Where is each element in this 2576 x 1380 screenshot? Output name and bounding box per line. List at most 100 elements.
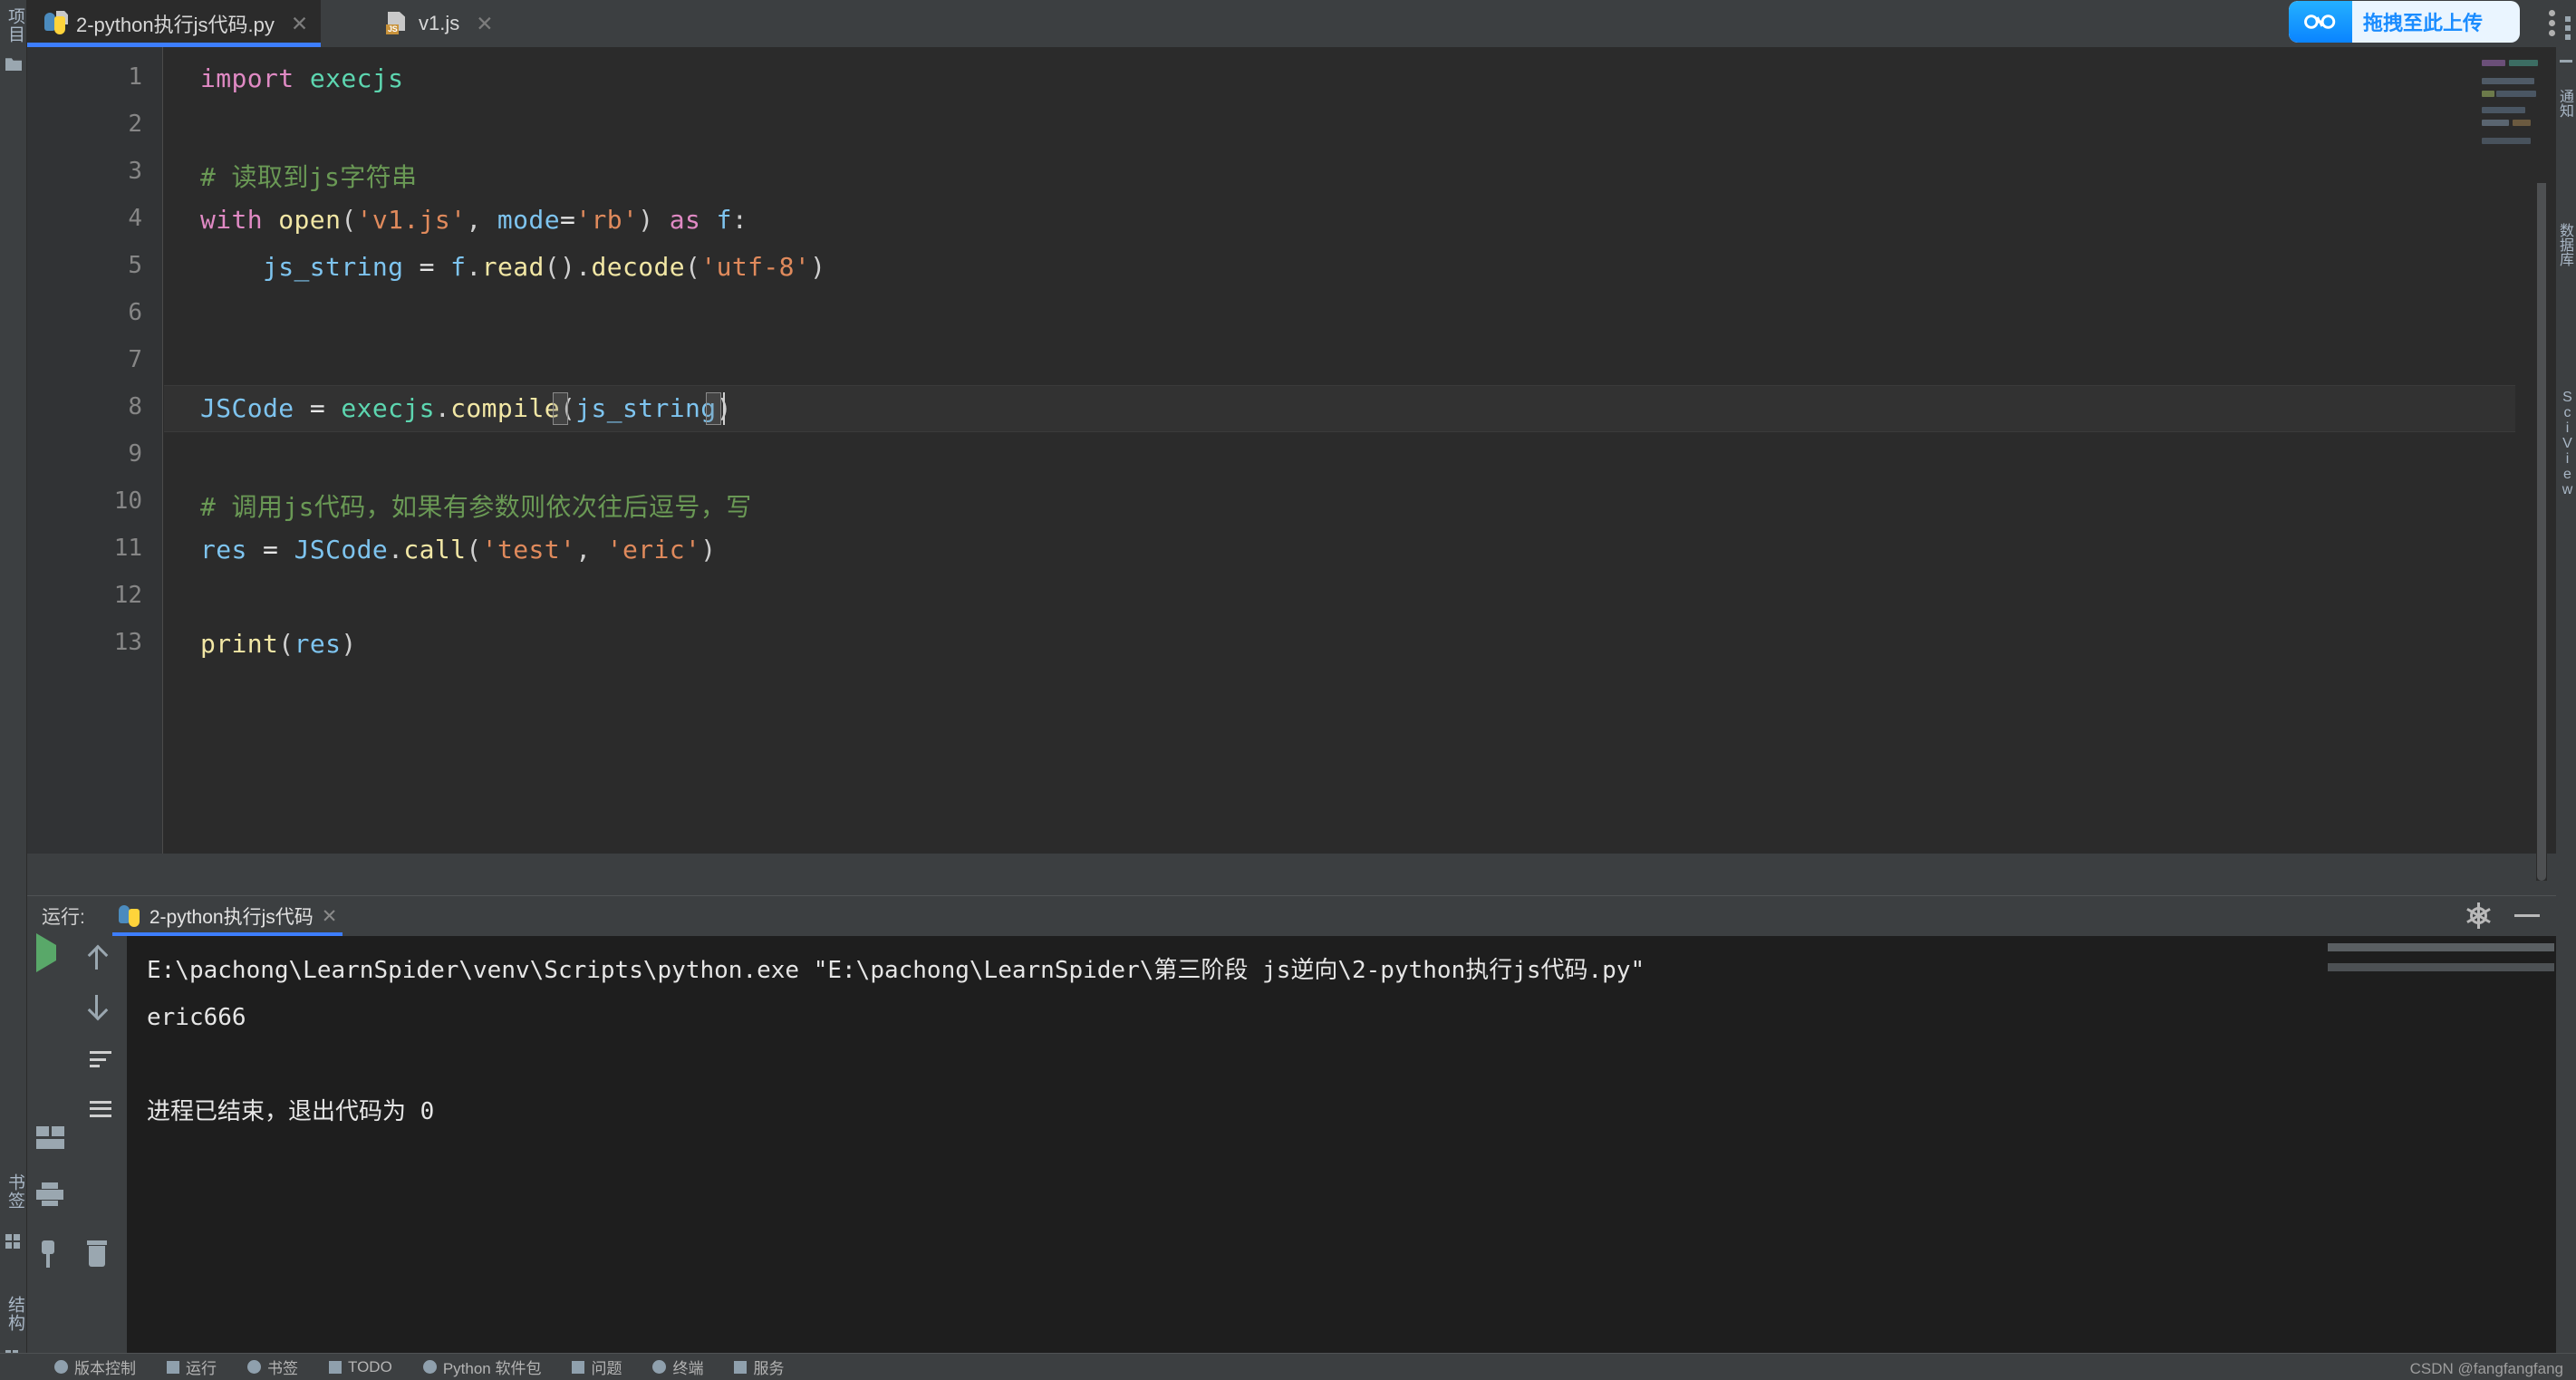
code-token: 'test' [481,535,576,565]
run-icon [167,1360,179,1374]
sidebar-tab-structure[interactable]: 结构 [0,1296,27,1332]
sidebar-tab-notifications[interactable]: 通知 [2555,89,2575,118]
status-bar-item-6[interactable]: 问题 [572,1356,622,1378]
terminal-icon [652,1360,667,1374]
code-line[interactable]: # 读取到js字符串 [200,158,417,194]
bookmarks-grid-icon[interactable] [5,1234,22,1249]
python-file-icon [43,11,68,35]
code-line[interactable]: with open('v1.js', mode='rb') as f: [200,205,748,235]
split-pane-button[interactable] [36,1126,69,1159]
sidebar-tab-database[interactable]: 数据库 [2555,223,2575,266]
code-line[interactable]: js_string = f.read().decode('utf-8') [200,252,825,282]
editor-minimap[interactable] [2476,47,2556,183]
code-line[interactable]: import execjs [200,63,403,93]
run-toolbar-primary [27,933,78,1353]
sidebar-tab-favorites[interactable]: 书签 [0,1173,27,1210]
close-icon[interactable]: ✕ [476,13,493,34]
collapse-icon[interactable] [2560,60,2572,63]
editor-scrollbar[interactable] [2536,83,2547,881]
console-output[interactable]: E:\pachong\LearnSpider\venv\Scripts\pyth… [127,936,2556,1353]
run-tool-window: 运行: 2-python执行js代码 ✕ E:\pachong\LearnSpi… [27,895,2556,1380]
run-window-actions [2466,902,2540,929]
status-bar-item-label: 版本控制 [74,1360,136,1377]
status-bar-item-1[interactable]: 版本控制 [54,1356,136,1378]
editor-tab-javascript[interactable]: JS v1.js ✕ [370,0,507,47]
code-token: : [731,205,748,235]
scroll-to-end-button[interactable] [85,1095,118,1128]
status-bar-item-4[interactable]: TODO [329,1358,392,1376]
status-bar-item-label: 书签 [267,1360,298,1377]
soft-wrap-button[interactable] [85,1045,118,1077]
print-button[interactable] [36,1182,69,1215]
code-token: JSCode [294,535,389,565]
status-bar-item-label: Python 软件包 [442,1360,542,1377]
gear-icon[interactable] [2466,902,2491,929]
code-token: as [669,205,701,235]
line-number: 11 [113,535,142,562]
editor-scrollbar-thumb[interactable] [2537,83,2546,881]
watermark: CSDN @fangfangfang [2409,1360,2563,1377]
status-bar-item-5[interactable]: Python 软件包 [422,1356,542,1378]
code-line[interactable]: print(res) [200,629,357,659]
editor-tab-python[interactable]: 2-python执行js代码.py ✕ [27,0,322,47]
console-scrollbar-thumb[interactable] [2328,943,2554,951]
code-token: . [434,393,451,423]
code-token: , [575,535,607,565]
run-tab-label: 2-python执行js代码 [149,907,314,928]
kebab-menu-icon[interactable] [2549,10,2556,37]
code-line[interactable]: # 调用js代码，如果有参数则依次往后逗号，写 [200,487,752,524]
sidebar-tab-sciview[interactable]: SciView [2555,390,2575,497]
close-icon[interactable]: ✕ [322,905,338,928]
status-bar-item-7[interactable]: 终端 [652,1356,703,1378]
rerun-button[interactable] [36,933,69,978]
minimize-icon[interactable] [2514,914,2540,917]
line-number: 9 [128,440,142,468]
console-scrollbar[interactable] [2328,943,2554,987]
code-line[interactable]: res = JSCode.call('test', 'eric') [200,535,717,565]
line-number: 4 [128,205,142,232]
status-bar-item-3[interactable]: 书签 [247,1356,298,1378]
configure-button[interactable] [36,1007,69,1039]
left-tool-strip: 项目 书签 结构 [0,0,27,1380]
scroll-down-button[interactable] [85,992,118,1025]
close-icon[interactable]: ✕ [291,13,308,34]
more-tools-icon[interactable] [2565,16,2571,43]
line-number: 13 [113,629,142,656]
project-folder-icon[interactable] [5,58,22,71]
console-scrollbar-track[interactable] [2328,963,2554,971]
sidebar-tab-project[interactable]: 项目 [0,7,27,43]
code-editor[interactable]: 1 2 3 4 5 6 7 8 9 10 11 12 13 import execjs # 读取到js字符… [27,47,2556,881]
problems-icon [572,1360,585,1374]
code-token: ) [700,535,717,565]
stop-button[interactable] [36,1063,69,1095]
javascript-file-icon: JS [386,12,410,35]
line-number: 12 [113,582,142,609]
line-number: 8 [128,393,142,420]
code-token: js_string [575,393,717,423]
clear-all-button[interactable] [85,1240,118,1273]
code-token: 'utf-8' [700,252,811,282]
run-configuration-tab[interactable]: 2-python执行js代码 ✕ [109,896,347,936]
pin-tab-button[interactable] [36,1240,69,1273]
line-number: 2 [128,111,142,138]
status-bar: 版本控制 运行 书签 TODO Python 软件包 问题 终端 服务 [0,1353,2576,1380]
scroll-up-button[interactable] [85,945,118,978]
run-window-title: 运行: [42,907,85,928]
code-text-area[interactable]: import execjs # 读取到js字符串 with open('v1.js'… [164,47,2515,854]
code-token: js_string [263,252,404,282]
matching-bracket-highlight [552,392,568,425]
code-token: 'eric' [606,535,701,565]
status-bar-item-8[interactable]: 服务 [734,1356,784,1378]
netdisk-upload-label: 拖拽至此上传 [2363,12,2484,34]
code-token: read [481,252,545,282]
status-bar-item-2[interactable]: 运行 [167,1356,217,1378]
code-token: f [716,205,732,235]
code-line[interactable]: JSCode = execjs.compile(js_string) [200,393,732,423]
code-token: f [450,252,467,282]
netdisk-upload-widget[interactable]: 拖拽至此上传 [2289,1,2520,43]
